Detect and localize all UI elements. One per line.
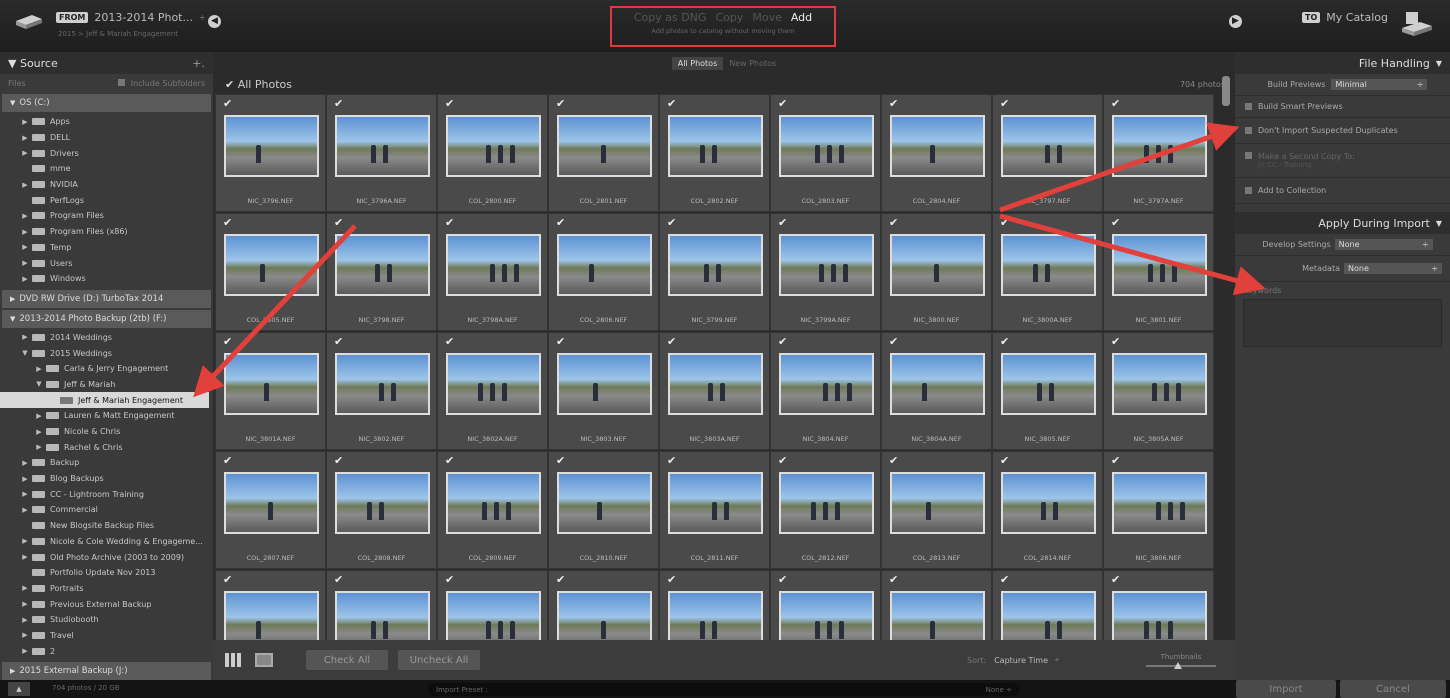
annotation-arrows [193,122,1266,398]
annotation-arrow [999,213,1266,296]
annotation-arrow [999,122,1240,213]
annotation-arrow [193,224,357,398]
